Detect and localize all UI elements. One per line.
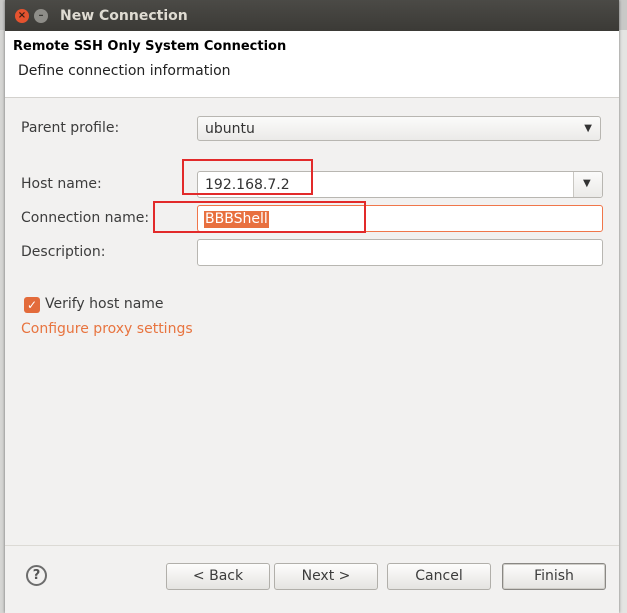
next-button[interactable]: Next > [274,563,378,590]
connection-name-label: Connection name: [21,210,150,226]
description-label: Description: [21,244,106,260]
background-edge-right [619,30,627,613]
parent-profile-select[interactable]: ubuntu ▼ [197,116,601,141]
annotation-box-connection [153,201,366,233]
parent-profile-value: ubuntu [205,121,255,137]
help-icon[interactable]: ? [26,565,47,586]
cancel-button[interactable]: Cancel [387,563,491,590]
chevron-down-icon: ▼ [583,178,591,189]
minimize-icon[interactable]: – [34,9,48,23]
page-description: Define connection information [18,63,231,79]
configure-proxy-link[interactable]: Configure proxy settings [21,321,193,337]
back-button[interactable]: < Back [166,563,270,590]
description-input[interactable] [197,239,603,266]
verify-host-checkbox[interactable]: ✓ [24,297,40,313]
chevron-down-icon: ▼ [584,123,592,134]
annotation-box-host [182,159,313,195]
close-icon[interactable]: × [15,9,29,23]
page-title: Remote SSH Only System Connection [13,39,287,54]
finish-button[interactable]: Finish [502,563,606,590]
checkmark-icon: ✓ [26,298,38,312]
window-title: New Connection [60,8,188,24]
new-connection-dialog: × – New Connection Remote SSH Only Syste… [5,0,619,613]
host-name-label: Host name: [21,176,102,192]
footer-divider [5,545,619,546]
host-name-dropdown-button[interactable]: ▼ [573,172,602,197]
title-bar[interactable]: × – New Connection [5,0,619,31]
parent-profile-label: Parent profile: [21,120,120,136]
verify-host-label[interactable]: Verify host name [45,296,164,312]
wizard-header: Remote SSH Only System Connection Define… [5,31,619,98]
